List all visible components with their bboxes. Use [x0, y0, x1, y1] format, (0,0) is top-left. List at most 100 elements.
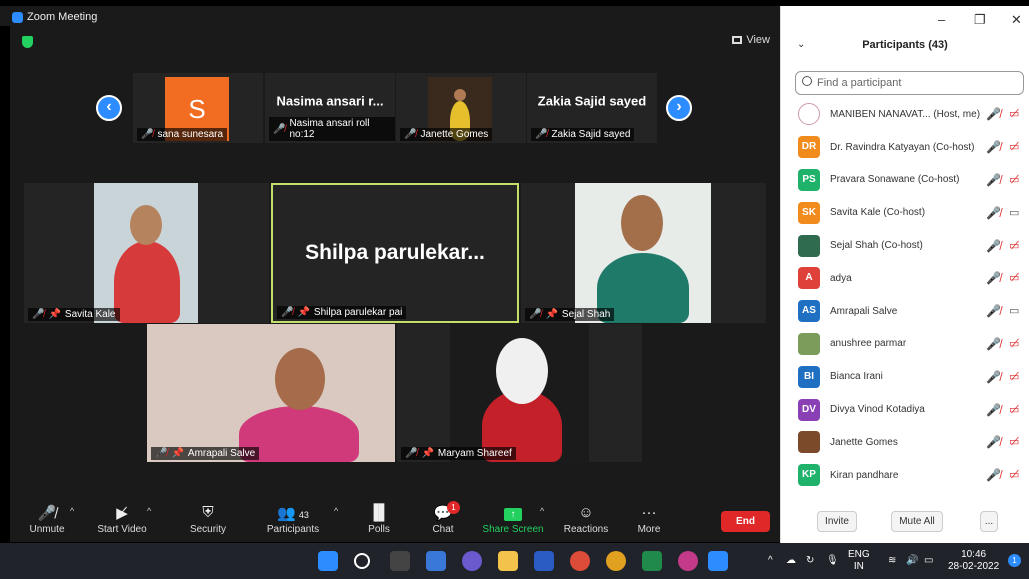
start-menu-icon[interactable] — [318, 551, 338, 571]
video-tile-janette[interactable]: 🎤̸ Janette Gomes — [396, 73, 526, 143]
polls-button[interactable]: ▐▌ Polls — [362, 504, 396, 535]
video-tile-savita[interactable]: 🎤̸ 📌 Savita Kale — [24, 183, 269, 323]
participant-row[interactable]: anushree parmar 🎤̸ ▭̸ — [781, 328, 1029, 361]
participant-status-icons: 🎤̸ ▭̸ — [986, 239, 1029, 253]
video-tile-maryam[interactable]: 🎤̸ 📌 Maryam Shareef — [397, 324, 642, 462]
participant-name-label: 🎤̸ 📌 Shilpa parulekar pai — [277, 306, 407, 319]
volume-icon[interactable]: 🔊 — [906, 555, 918, 567]
participant-row[interactable]: Sejal Shah (Co-host) 🎤̸ ▭̸ — [781, 229, 1029, 262]
video-off-icon: ▭̸ — [1008, 108, 1020, 121]
view-label: View — [746, 34, 770, 46]
onedrive-icon[interactable]: ☁ — [786, 555, 796, 567]
mic-off-icon: 🎤̸ — [986, 304, 1001, 319]
video-tile-sejal[interactable]: 🎤̸ 📌 Sejal Shah — [521, 183, 766, 323]
mic-icon[interactable]: 🎙 — [826, 555, 839, 567]
next-page-arrow[interactable]: › — [666, 95, 692, 121]
avatar: PS — [798, 168, 820, 191]
participant-row[interactable]: MANIBEN NANAVAT... (Host, me) 🎤̸ ▭̸ — [781, 98, 1029, 131]
video-tile-zakia[interactable]: Zakia Sajid sayed 🎤̸ Zakia Sajid sayed — [527, 73, 657, 143]
zoom-taskbar-icon[interactable] — [708, 551, 728, 571]
avatar — [798, 332, 820, 355]
participants-panel-title: Participants (43) — [862, 39, 948, 51]
teams-chat-icon[interactable] — [462, 551, 482, 571]
tray-chevron-icon[interactable]: ^ — [768, 555, 773, 567]
end-meeting-button[interactable]: End — [721, 511, 770, 532]
participant-row[interactable]: AS Amrapali Salve 🎤̸ ▭ — [781, 295, 1029, 328]
participant-row[interactable]: DV Divya Vinod Kotadiya 🎤̸ ▭̸ — [781, 393, 1029, 426]
participants-button[interactable]: 👥 43 Participants — [262, 504, 324, 535]
participant-row[interactable]: SK Savita Kale (Co-host) 🎤̸ ▭ — [781, 196, 1029, 229]
widgets-icon[interactable] — [426, 551, 446, 571]
language-indicator[interactable]: ENG IN — [848, 549, 870, 573]
restore-icon[interactable]: ❐ — [974, 12, 986, 28]
chrome-profile-icon[interactable] — [606, 551, 626, 571]
pin-icon: 📌 — [421, 448, 434, 459]
invite-button[interactable]: Invite — [817, 511, 857, 532]
participant-display-name: Zakia Sajid sayed — [537, 93, 647, 109]
participants-icon: 👥 43 — [277, 505, 309, 522]
file-explorer-icon[interactable] — [498, 551, 518, 571]
participant-name: MANIBEN NANAVAT... (Host, me) — [830, 108, 981, 120]
video-tile-sana[interactable]: S 🎤̸ sana sunesara — [133, 73, 263, 143]
excel-icon[interactable] — [642, 551, 662, 571]
avatar — [798, 234, 820, 257]
pin-icon: 📌 — [297, 307, 310, 318]
video-tile-amrapali[interactable]: 🎤̸ 📌 Amrapali Salve — [147, 324, 395, 462]
windows-taskbar: ^ ☁ ↻ 🎙 ENG IN ≋ 🔊 ▭ 10:46 28-02-2022 1 — [0, 543, 1029, 579]
participant-row[interactable]: DR Dr. Ravindra Katyayan (Co-host) 🎤̸ ▭̸ — [781, 131, 1029, 164]
search-icon[interactable] — [354, 553, 370, 569]
clock[interactable]: 10:46 28-02-2022 — [948, 549, 999, 573]
video-feed — [94, 183, 198, 323]
chat-unread-badge: 1 — [447, 501, 460, 514]
security-button[interactable]: ⛨ Security — [186, 504, 230, 535]
participant-row[interactable]: Janette Gomes 🎤̸ ▭̸ — [781, 426, 1029, 459]
avatar: DR — [798, 136, 820, 159]
share-screen-button[interactable]: ↑ Share Screen — [480, 504, 546, 535]
reactions-button[interactable]: ☺ Reactions — [560, 504, 612, 535]
task-view-icon[interactable] — [390, 551, 410, 571]
minimize-icon[interactable]: – — [938, 12, 945, 27]
audio-options-caret[interactable]: ^ — [70, 506, 74, 516]
video-tile-shilpa[interactable]: Shilpa parulekar... 🎤̸ 📌 Shilpa parulekar … — [271, 183, 519, 323]
previous-page-arrow[interactable]: ‹ — [96, 95, 122, 121]
word-icon[interactable] — [534, 551, 554, 571]
mic-off-icon: 🎤̸ — [32, 309, 45, 320]
pin-icon: 📌 — [171, 448, 184, 459]
video-on-icon: ▭ — [1008, 305, 1020, 318]
battery-icon[interactable]: ▭ — [924, 555, 933, 567]
wifi-icon[interactable]: ≋ — [888, 555, 896, 567]
video-options-caret[interactable]: ^ — [147, 506, 151, 516]
participant-status-icons: 🎤̸ ▭ — [986, 206, 1029, 220]
close-icon[interactable]: ✕ — [1011, 12, 1022, 28]
view-button[interactable]: View — [732, 34, 770, 46]
participant-name: Divya Vinod Kotadiya — [830, 404, 925, 416]
participants-options-caret[interactable]: ^ — [334, 506, 338, 516]
participant-row[interactable]: PS Pravara Sonawane (Co-host) 🎤̸ ▭̸ — [781, 164, 1029, 197]
panel-more-button[interactable]: ... — [980, 511, 998, 532]
start-video-button[interactable]: ▶̸ Start Video — [94, 504, 150, 535]
mute-all-button[interactable]: Mute All — [891, 511, 943, 532]
unmute-button[interactable]: 🎤̸ Unmute — [24, 504, 70, 535]
polls-icon: ▐▌ — [368, 504, 390, 521]
share-options-caret[interactable]: ^ — [540, 506, 544, 516]
sync-icon[interactable]: ↻ — [806, 555, 814, 567]
avatar: DV — [798, 398, 820, 421]
find-participant-input[interactable]: Find a participant — [795, 71, 1024, 95]
person-head — [275, 348, 325, 410]
encryption-shield-icon[interactable] — [22, 36, 33, 48]
video-off-icon: ▭̸ — [1008, 173, 1020, 186]
chrome-icon[interactable] — [570, 551, 590, 571]
mic-off-icon: 🎤̸ — [986, 107, 1001, 122]
participant-name: Bianca Irani — [830, 371, 883, 383]
mic-off-icon: 🎤̸ — [155, 448, 168, 459]
more-button[interactable]: ··· More — [630, 504, 668, 535]
grid-icon — [732, 36, 743, 44]
chrome-alt-icon[interactable] — [678, 551, 698, 571]
participant-row[interactable]: KP Kiran pandhare 🎤̸ ▭̸ — [781, 459, 1029, 492]
video-tile-nasima[interactable]: Nasima ansari r... 🎤̸ Nasima ansari roll … — [265, 73, 395, 143]
search-icon — [802, 76, 812, 86]
participant-row[interactable]: Aadya 🎤̸ ▭̸ — [781, 262, 1029, 295]
notification-badge[interactable]: 1 — [1008, 554, 1021, 567]
participant-row[interactable]: BI Bianca Irani 🎤̸ ▭̸ — [781, 360, 1029, 393]
participant-status-icons: 🎤̸ ▭̸ — [986, 140, 1029, 154]
